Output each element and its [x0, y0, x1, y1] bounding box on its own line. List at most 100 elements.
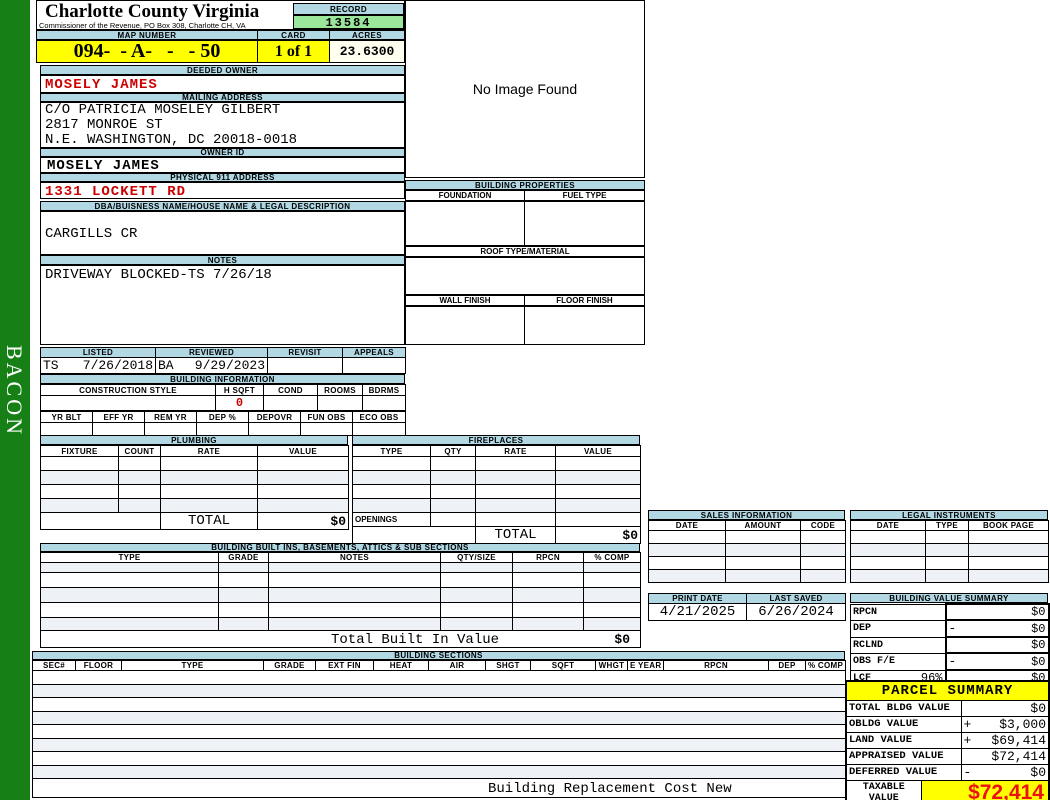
type-header: TYPE [121, 660, 264, 671]
legal-table: DATE TYPE BOOK PAGE [850, 520, 1049, 583]
taxable-value: $72,414 [920, 779, 1050, 800]
parcel-summary: PARCEL SUMMARY TOTAL BLDG VALUE $0 OBLDG… [845, 680, 1050, 800]
fuel-type-value[interactable] [524, 201, 645, 246]
deeded-owner-value[interactable]: MOSELY JAMES [40, 75, 405, 93]
foundation-label: FOUNDATION [405, 190, 525, 201]
physical-address-value[interactable]: 1331 LOCKETT RD [40, 182, 405, 200]
cond-value[interactable] [263, 395, 318, 411]
sec-header: SEC# [32, 660, 76, 671]
yrblt-value[interactable] [40, 422, 93, 436]
sales-row [648, 556, 846, 570]
hsqft-header: H SQFT [215, 384, 264, 396]
card-value[interactable]: 1 of 1 [257, 40, 330, 63]
plumbing-rate-header: RATE [160, 445, 258, 457]
legal-title: LEGAL INSTRUMENTS [850, 510, 1048, 520]
mailing-address-line-3: N.E. WASHINGTON, DC 20018-0018 [45, 133, 400, 149]
fireplaces-total-label: TOTAL [475, 526, 556, 544]
built-ins-title: BUILDING BUILT INS, BASEMENTS, ATTICS & … [40, 543, 640, 552]
revisit-value[interactable] [267, 357, 343, 374]
dba-value[interactable]: CARGILLS CR [40, 211, 405, 255]
sidebar-strip: BACON [0, 0, 30, 800]
sales-row [648, 569, 846, 583]
property-photo-placeholder: No Image Found [405, 0, 645, 178]
building-sections-table: SEC# FLOOR TYPE GRADE EXT FIN HEAT AIR S… [32, 660, 846, 798]
appeals-value[interactable] [342, 357, 406, 374]
print-date-value: 4/21/2025 [648, 603, 747, 621]
listed-value[interactable]: TS 7/26/2018 [40, 357, 156, 374]
rooms-header: ROOMS [317, 384, 363, 396]
funobs-header: FUN OBS [300, 411, 353, 423]
remyr-value[interactable] [144, 422, 197, 436]
fireplaces-type-header: TYPE [352, 445, 431, 457]
record-value[interactable]: 13584 [293, 15, 404, 30]
legal-date-header: DATE [850, 520, 926, 531]
sales-date-header: DATE [648, 520, 726, 531]
acres-value[interactable]: 23.6300 [329, 40, 405, 63]
building-sections-row [32, 751, 846, 766]
map-number-value[interactable]: 094- - A- - - 50 [36, 40, 258, 63]
ecoobs-value[interactable] [352, 422, 406, 436]
owner-id-label: OWNER ID [40, 148, 405, 157]
hsqft-value[interactable]: 0 [215, 395, 264, 411]
construction-style-value[interactable] [40, 395, 216, 411]
fireplaces-openings-row: OPENINGS [352, 512, 641, 527]
plumbing-table: FIXTURE COUNT RATE VALUE TOTAL $0 [40, 445, 349, 530]
notes-value[interactable]: DRIVEWAY BLOCKED-TS 7/26/18 [40, 265, 405, 345]
foundation-value[interactable] [405, 201, 525, 246]
mailing-address-value[interactable]: C/O PATRICIA MOSELEY GILBERT 2817 MONROE… [40, 102, 405, 149]
card-label: CARD [257, 30, 330, 40]
legal-bookpage-header: BOOK PAGE [968, 520, 1049, 531]
reviewed-value[interactable]: BA 9/29/2023 [155, 357, 268, 374]
funobs-value[interactable] [300, 422, 353, 436]
bvs-row-dep: DEP - $0 [850, 619, 1050, 638]
building-sections-row [32, 683, 846, 698]
sales-title: SALES INFORMATION [648, 510, 845, 520]
air-header: AIR [428, 660, 486, 671]
building-sections-row [32, 737, 846, 752]
listed-label: LISTED [40, 347, 156, 358]
built-ins-total-label: Total Built In Value [331, 632, 500, 648]
dates-table: PRINT DATE LAST SAVED 4/21/2025 6/26/202… [648, 593, 846, 621]
floor-header: FLOOR [75, 660, 122, 671]
plumbing-row [40, 498, 349, 513]
wall-finish-value[interactable] [405, 306, 525, 345]
built-ins-row [40, 562, 641, 573]
built-ins-row [40, 572, 641, 588]
fireplaces-row [352, 470, 641, 485]
floor-finish-value[interactable] [524, 306, 645, 345]
built-ins-row [40, 617, 641, 631]
legal-type-header: TYPE [925, 520, 969, 531]
built-ins-row [40, 602, 641, 618]
parcel-row-land: LAND VALUE + $69,414 [845, 731, 1050, 749]
visits-table: LISTED REVIEWED REVISIT APPEALS TS 7/26/2… [40, 347, 406, 374]
owner-id-value[interactable]: MOSELY JAMES [40, 157, 405, 174]
effyr-value[interactable] [92, 422, 145, 436]
depovr-value[interactable] [248, 422, 301, 436]
effyr-header: EFF YR [92, 411, 145, 423]
wall-finish-label: WALL FINISH [405, 295, 525, 306]
header: Charlotte County Virginia Commissioner o… [36, 0, 405, 30]
fireplaces-qty-header: QTY [430, 445, 476, 457]
built-ins-rpcn-header: RPCN [512, 552, 584, 563]
rpcn-header: RPCN [663, 660, 769, 671]
dep-pct-value[interactable] [196, 422, 249, 436]
plumbing-fixture-header: FIXTURE [40, 445, 119, 457]
sales-table: DATE AMOUNT CODE [648, 520, 846, 583]
dep-header: DEP [768, 660, 806, 671]
plumbing-row [40, 456, 349, 471]
sales-row [648, 543, 846, 557]
building-sections-row [32, 710, 846, 725]
building-information-table: CONSTRUCTION STYLE H SQFT COND ROOMS BDR… [40, 384, 406, 436]
taxable-value-label: TAXABLE VALUE [845, 779, 922, 800]
bdrms-value[interactable] [362, 395, 406, 411]
building-value-summary-table: RPCN $0 DEP - $0 RCLND $0 OBS F/E - $0 LCF… [850, 603, 1050, 687]
roof-type-value[interactable] [405, 257, 645, 295]
dep-pct-header: DEP % [196, 411, 249, 423]
property-record-card: BACON Charlotte County Virginia Commissi… [0, 0, 1050, 800]
fuel-type-label: FUEL TYPE [524, 190, 645, 201]
built-ins-notes-header: NOTES [268, 552, 441, 563]
rooms-value[interactable] [317, 395, 363, 411]
fireplaces-table: TYPE QTY RATE VALUE OPENINGS TOTAL $0 [352, 445, 641, 544]
print-date-label: PRINT DATE [648, 593, 747, 604]
plumbing-value-header: VALUE [257, 445, 349, 457]
